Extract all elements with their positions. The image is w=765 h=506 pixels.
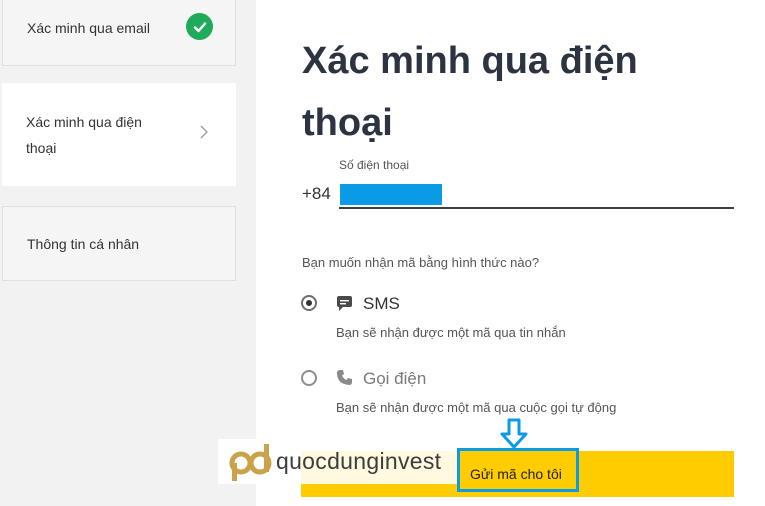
check-circle-icon <box>186 13 213 40</box>
call-option-title[interactable]: Gọi điện <box>363 369 426 389</box>
chevron-right-icon <box>200 125 208 142</box>
watermark-text: quocdunginvest <box>276 448 442 474</box>
sidebar-step-label: Xác minh qua điện thoại <box>26 114 142 156</box>
method-question: Bạn muốn nhận mã bằng hình thức nào? <box>302 255 540 270</box>
country-code: +84 <box>302 184 331 203</box>
page-title: Xác minh qua điện thoại <box>302 40 638 144</box>
phone-icon <box>336 369 353 391</box>
sidebar-step-label: Xác minh qua email <box>27 20 150 36</box>
sms-radio[interactable] <box>301 295 317 311</box>
sidebar-step-email[interactable]: Xác minh qua email <box>2 0 236 66</box>
send-code-button-label: Gửi mã cho tôi <box>470 466 562 482</box>
sidebar-step-label: Thông tin cá nhân <box>27 236 140 252</box>
sms-option-title[interactable]: SMS <box>363 294 400 314</box>
watermark-logo-icon <box>228 442 274 487</box>
sidebar-step-personal-info[interactable]: Thông tin cá nhân <box>2 206 236 281</box>
phone-number-input[interactable] <box>340 184 442 205</box>
phone-field-label: Số điện thoại <box>339 158 410 172</box>
sms-option-description: Bạn sẽ nhận được một mã qua tin nhắn <box>336 325 566 340</box>
phone-input-underline <box>339 207 734 209</box>
call-option-description: Bạn sẽ nhận được một mã qua cuộc gọi tự … <box>336 400 617 415</box>
arrow-down-icon <box>500 418 528 455</box>
sidebar-step-phone[interactable]: Xác minh qua điện thoại <box>2 83 236 186</box>
message-bubble-icon <box>336 295 353 317</box>
call-radio[interactable] <box>301 370 317 386</box>
sidebar: Xác minh qua email Xác minh qua điện tho… <box>0 0 256 506</box>
